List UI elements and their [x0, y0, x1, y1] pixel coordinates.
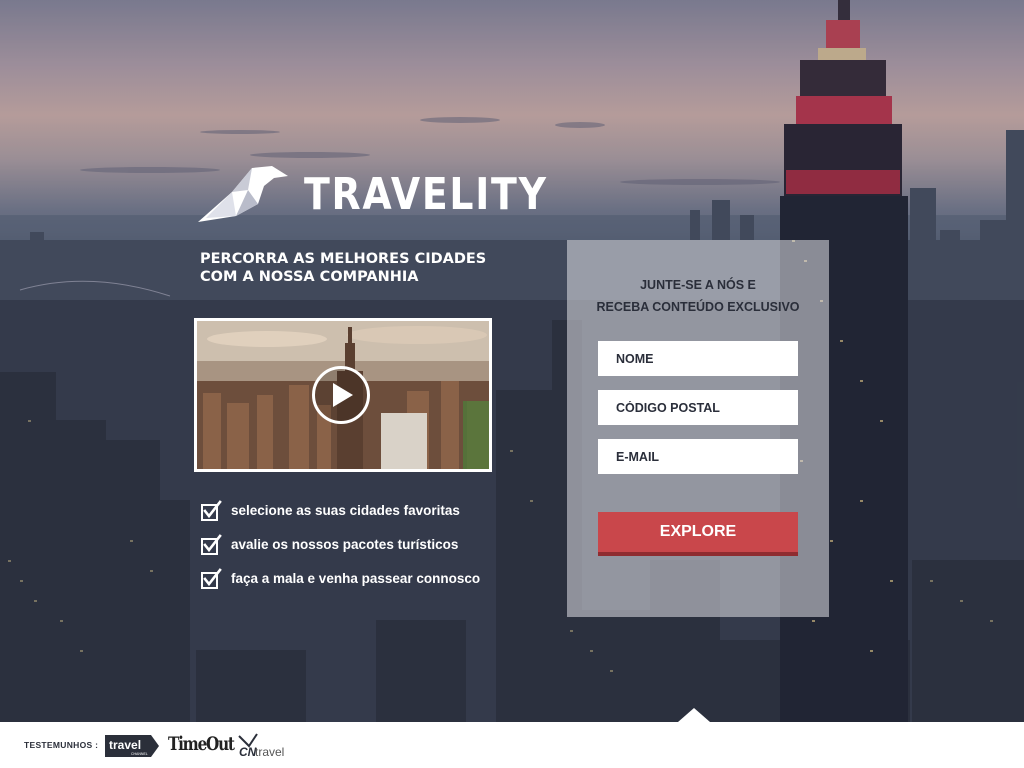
travel-logo-text: travel [109, 738, 141, 752]
play-button[interactable] [312, 366, 370, 424]
headline-line-1: PERCORRA AS MELHORES CIDADES [200, 251, 487, 267]
cn-traveller-logo[interactable]: CN travel [237, 732, 307, 762]
hero-background [0, 0, 1024, 722]
feature-label: faça a mala e venha passear connosco [231, 571, 481, 586]
checkbox-checked-icon [201, 534, 222, 555]
cn-travel-text: travel [255, 745, 284, 759]
headline-line-2: COM A NOSSA COMPANHIA [200, 269, 419, 285]
name-input[interactable] [598, 341, 798, 376]
signup-panel: JUNTE-SE A NÓS E RECEBA CONTEÚDO EXCLUSI… [567, 240, 829, 617]
postal-code-input[interactable] [598, 390, 798, 425]
video-thumbnail[interactable] [194, 318, 492, 472]
travel-logo-subtext: CHANNEL [131, 752, 148, 756]
signup-title-line-1: JUNTE-SE A NÓS E [640, 278, 756, 292]
signup-title-line-2: RECEBA CONTEÚDO EXCLUSIVO [596, 300, 800, 314]
feature-item: faça a mala e venha passear connosco [200, 568, 520, 602]
feature-label: avalie os nossos pacotes turísticos [231, 537, 459, 552]
testimonials-label: TESTEMUNHOS : [24, 740, 99, 750]
footer-notch [678, 708, 710, 722]
travel-channel-logo[interactable]: travel CHANNEL [105, 735, 159, 757]
hero-overlay [0, 0, 1024, 722]
email-input[interactable] [598, 439, 798, 474]
bird-icon [198, 166, 288, 222]
brand-name: TRAVELITY [304, 169, 548, 220]
feature-item: selecione as suas cidades favoritas [200, 500, 520, 534]
signup-title: JUNTE-SE A NÓS E RECEBA CONTEÚDO EXCLUSI… [567, 274, 829, 318]
travelity-logo[interactable]: TRAVELITY [196, 164, 546, 228]
footer-testimonials-bar: TESTEMUNHOS : travel CHANNEL TimeOut CN … [0, 708, 1024, 768]
checkbox-checked-icon [201, 568, 222, 589]
feature-label: selecione as suas cidades favoritas [231, 503, 460, 518]
play-icon [333, 383, 353, 407]
feature-item: avalie os nossos pacotes turísticos [200, 534, 520, 568]
checkbox-checked-icon [201, 500, 222, 521]
explore-button[interactable]: EXPLORE [598, 512, 798, 556]
feature-list: selecione as suas cidades favoritas aval… [200, 500, 520, 602]
timeout-logo[interactable]: TimeOut [168, 733, 235, 755]
hero-headline: PERCORRA AS MELHORES CIDADES COM A NOSSA… [200, 250, 500, 286]
